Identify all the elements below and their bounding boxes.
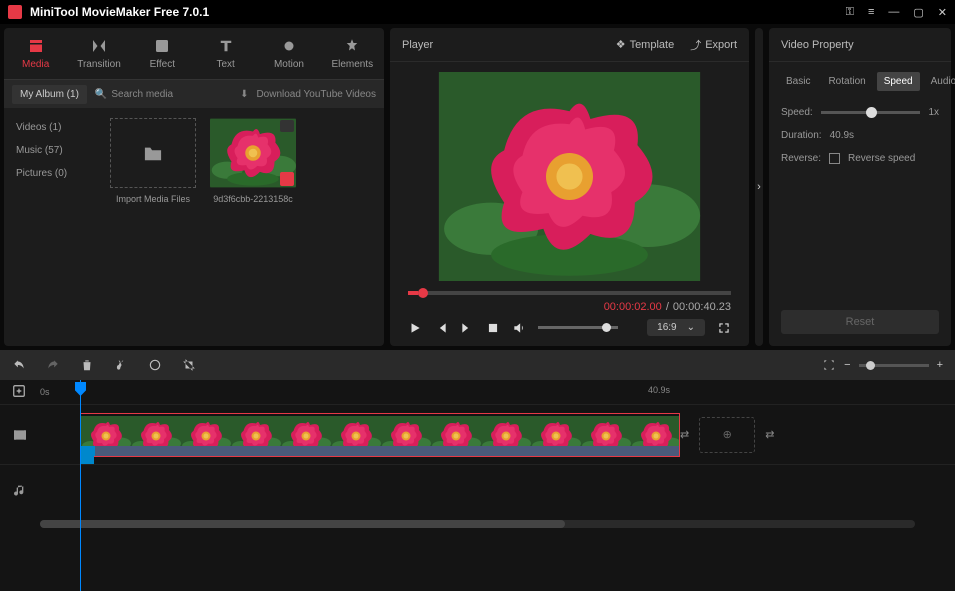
- zoom-out-button[interactable]: −: [844, 359, 850, 371]
- delete-button[interactable]: [80, 358, 94, 372]
- template-icon: ❖: [616, 38, 626, 51]
- clip-split-marker[interactable]: [80, 450, 94, 464]
- fit-zoom-button[interactable]: [822, 358, 836, 372]
- sidebar-item-pictures[interactable]: Pictures (0): [12, 162, 92, 185]
- speed-value: 1x: [928, 107, 939, 118]
- tab-motion[interactable]: Motion: [257, 28, 320, 79]
- stop-button[interactable]: [486, 321, 500, 335]
- album-selector[interactable]: My Album (1): [12, 85, 87, 104]
- tab-elements-label: Elements: [331, 59, 373, 70]
- transition-arrow-icon[interactable]: ⇄: [765, 428, 774, 441]
- timeline-video-clip[interactable]: [80, 413, 680, 457]
- clip-audio-strip: [81, 446, 679, 456]
- chevron-down-icon: ⌄: [687, 322, 695, 333]
- tab-motion-label: Motion: [274, 59, 304, 70]
- download-youtube-link[interactable]: Download YouTube Videos: [256, 89, 376, 100]
- redo-button[interactable]: [46, 358, 60, 372]
- prop-tab-audio[interactable]: Audio: [924, 72, 955, 91]
- prop-tab-basic[interactable]: Basic: [779, 72, 817, 91]
- reverse-checkbox[interactable]: [829, 153, 840, 164]
- tab-media[interactable]: Media: [4, 28, 67, 79]
- import-media-label: Import Media Files: [110, 194, 196, 204]
- prev-frame-button[interactable]: [434, 321, 448, 335]
- property-title: Video Property: [781, 39, 854, 51]
- volume-button[interactable]: [512, 321, 526, 335]
- selected-check-icon: [280, 172, 294, 186]
- undo-button[interactable]: [12, 358, 26, 372]
- reset-button[interactable]: Reset: [781, 310, 939, 334]
- playhead[interactable]: [80, 380, 81, 591]
- video-track-icon: [12, 427, 28, 443]
- time-separator: /: [666, 301, 669, 313]
- media-panel: Media Transition Effect Text Motion Elem…: [4, 28, 384, 346]
- menu-icon[interactable]: ≡: [868, 6, 874, 18]
- ruler-end: 40.9s: [648, 385, 670, 395]
- play-button[interactable]: [408, 321, 422, 335]
- media-clip-tile[interactable]: 9d3f6cbb-2213158c: [210, 118, 296, 204]
- duration-time: 00:00:40.23: [673, 301, 731, 313]
- zoom-in-button[interactable]: +: [937, 359, 943, 371]
- next-frame-button[interactable]: [460, 321, 474, 335]
- player-title: Player: [402, 39, 433, 51]
- search-icon: 🔍: [95, 89, 107, 100]
- add-track-button[interactable]: [12, 384, 26, 401]
- tab-elements[interactable]: Elements: [321, 28, 384, 79]
- current-time: 00:00:02.00: [604, 301, 662, 313]
- prop-tab-speed[interactable]: Speed: [877, 72, 920, 91]
- timeline: − + 0s 40.9s ⇄ ⊕ ⇄: [0, 350, 955, 591]
- split-button[interactable]: [114, 358, 128, 372]
- tab-effect-label: Effect: [150, 59, 175, 70]
- speed-label: Speed:: [781, 107, 813, 118]
- maximize-icon[interactable]: ▢: [913, 6, 923, 19]
- import-media-tile[interactable]: Import Media Files: [110, 118, 196, 204]
- titlebar: MiniTool MovieMaker Free 7.0.1 ⚿ ≡ — ▢ ✕: [0, 0, 955, 24]
- speed-slider[interactable]: [821, 111, 921, 114]
- prop-tab-rotation[interactable]: Rotation: [821, 72, 872, 91]
- reverse-check-label: Reverse speed: [848, 153, 915, 164]
- speed-button[interactable]: [148, 358, 162, 372]
- tab-text-label: Text: [216, 59, 234, 70]
- aspect-ratio-select[interactable]: 16:9⌄: [647, 319, 705, 336]
- sidebar-item-videos[interactable]: Videos (1): [12, 116, 92, 139]
- collapse-property-button[interactable]: ›: [755, 28, 763, 346]
- crop-button[interactable]: [182, 358, 196, 372]
- ruler-start: 0s: [40, 387, 50, 397]
- app-title: MiniTool MovieMaker Free 7.0.1: [30, 5, 838, 19]
- tab-transition-label: Transition: [77, 59, 121, 70]
- time-ruler[interactable]: 0s 40.9s: [0, 380, 955, 404]
- search-placeholder: Search media: [111, 89, 173, 100]
- sidebar-item-music[interactable]: Music (57): [12, 139, 92, 162]
- transition-arrow-icon[interactable]: ⇄: [680, 428, 689, 441]
- transition-slot[interactable]: ⊕: [699, 417, 755, 453]
- timeline-scrollbar[interactable]: [40, 520, 915, 528]
- property-panel: Video Property Basic Rotation Speed Audi…: [769, 28, 951, 346]
- player-panel: Player ❖Template ⤴Export 00:00:02.00 / 0…: [390, 28, 749, 346]
- tab-effect[interactable]: Effect: [131, 28, 194, 79]
- audio-track-icon: [12, 483, 28, 499]
- tab-media-label: Media: [22, 59, 49, 70]
- volume-slider[interactable]: [538, 326, 618, 329]
- clip-name-label: 9d3f6cbb-2213158c: [210, 194, 296, 204]
- video-preview[interactable]: [408, 72, 731, 281]
- video-badge-icon: [280, 120, 294, 132]
- tab-text[interactable]: Text: [194, 28, 257, 79]
- search-input[interactable]: 🔍 Search media: [95, 89, 232, 100]
- close-icon[interactable]: ✕: [938, 6, 947, 19]
- export-button[interactable]: ⤴Export: [690, 37, 737, 53]
- duration-value: 40.9s: [830, 130, 854, 141]
- zoom-slider[interactable]: [859, 364, 929, 367]
- tab-transition[interactable]: Transition: [67, 28, 130, 79]
- app-logo: [8, 5, 22, 19]
- fullscreen-button[interactable]: [717, 321, 731, 335]
- upgrade-key-icon[interactable]: ⚿: [846, 6, 854, 19]
- minimize-icon[interactable]: —: [888, 6, 899, 18]
- export-icon: ⤴: [690, 37, 701, 53]
- duration-label: Duration:: [781, 130, 822, 141]
- reverse-label: Reverse:: [781, 153, 821, 164]
- playback-progress[interactable]: [408, 291, 731, 295]
- audio-track[interactable]: [40, 465, 955, 516]
- template-button[interactable]: ❖Template: [616, 38, 675, 51]
- download-icon: ⬇: [240, 89, 248, 100]
